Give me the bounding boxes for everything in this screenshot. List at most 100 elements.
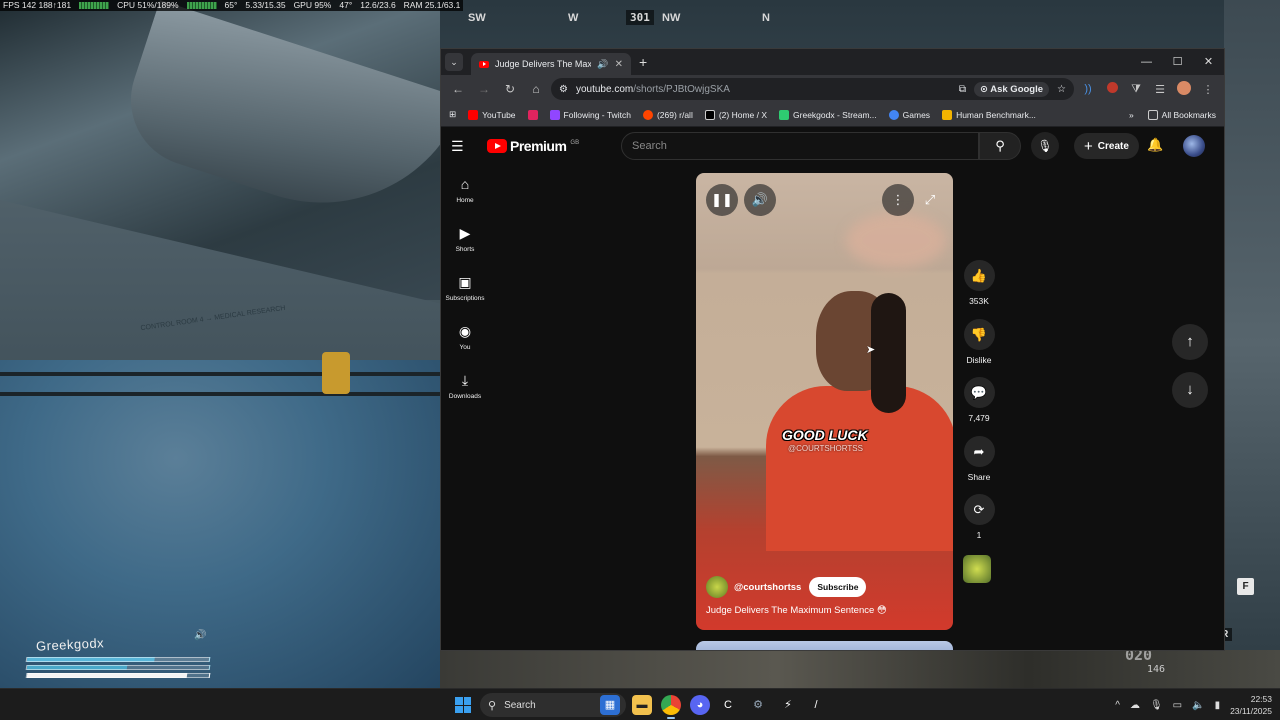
tab-close-icon[interactable]: ✕ — [615, 59, 623, 70]
tab-search-icon[interactable]: ⌄ — [445, 53, 463, 71]
game-app-icon[interactable]: / — [806, 695, 826, 715]
more-bookmarks-icon[interactable]: » — [1129, 110, 1134, 120]
gpu-memory: 5.33/15.35 — [245, 0, 286, 10]
share-icon[interactable]: ➦ — [963, 435, 995, 467]
bookmark-reddit[interactable]: (269) r/all — [642, 109, 693, 120]
window-controls: — ☐ ✕ — [1131, 49, 1224, 75]
volume-icon[interactable]: 🔊 — [744, 184, 776, 216]
guide-item-subscriptions[interactable]: ▣ Subscriptions — [441, 273, 489, 322]
close-window-icon[interactable]: ✕ — [1193, 49, 1224, 75]
all-bookmarks-folder[interactable]: All Bookmarks — [1147, 109, 1216, 120]
back-icon[interactable]: ← — [447, 82, 469, 96]
install-app-icon[interactable]: ⧉ — [959, 84, 966, 95]
comment-icon[interactable]: 💬 — [963, 377, 995, 408]
forward-icon[interactable]: → — [473, 82, 495, 96]
remix-action[interactable]: ⟳ 1 — [956, 494, 1002, 553]
youtube-premium-logo[interactable]: Premium GB — [487, 138, 579, 154]
thumbs-down-icon[interactable]: 👎 — [963, 318, 995, 350]
hamburger-menu-icon[interactable]: ☰ — [451, 138, 477, 155]
app-c-icon[interactable]: C — [718, 695, 738, 715]
extension-audio-icon[interactable]: )) — [1078, 83, 1098, 95]
more-options-icon[interactable]: ⋮ — [882, 184, 914, 216]
network-icon[interactable]: ▭ — [1173, 700, 1182, 711]
discord-icon[interactable]: ◕ — [690, 695, 710, 715]
subscriptions-icon: ▣ — [458, 274, 472, 290]
dislike-action[interactable]: 👎 Dislike — [956, 318, 1002, 378]
clock-date: 23/11/2025 — [1230, 706, 1272, 716]
guide-item-downloads[interactable]: ⤓ Downloads — [441, 371, 489, 420]
media-control-icon[interactable]: ☰ — [1150, 83, 1170, 96]
address-bar[interactable]: ⚙ youtube.com/shorts/PJBtOwjgSKA ⧉ ⊙ Ask… — [551, 78, 1074, 100]
guide-item-you[interactable]: ◉ You — [441, 322, 489, 371]
steam-icon[interactable]: ⚙ — [748, 695, 768, 715]
browser-window: ⌄ Judge Delivers The Maximum Sentence 🔊 … — [440, 48, 1225, 651]
widgets-icon[interactable]: ▦ — [600, 695, 620, 715]
guide-item-shorts[interactable]: ▶ Shorts — [441, 224, 489, 273]
downloads-icon: ⤓ — [461, 372, 469, 388]
search-box[interactable] — [621, 132, 979, 160]
guide-item-home[interactable]: ⌂ Home — [441, 175, 489, 224]
new-tab-icon[interactable]: + — [639, 54, 647, 70]
start-button[interactable] — [455, 697, 471, 713]
channel-name[interactable]: @courtshortss — [734, 582, 801, 593]
create-button[interactable]: + Create — [1074, 133, 1139, 159]
tab-active[interactable]: Judge Delivers The Maximum Sentence 🔊 ✕ — [471, 53, 631, 75]
battery-icon[interactable]: ▮ — [1215, 700, 1221, 711]
maximize-icon[interactable]: ☐ — [1162, 49, 1193, 75]
extensions-puzzle-icon[interactable]: ⧩ — [1126, 83, 1146, 96]
tray-overflow-icon[interactable]: ^ — [1115, 700, 1120, 711]
clock[interactable]: 22:53 23/11/2025 — [1230, 693, 1272, 717]
bookmark-games[interactable]: Games — [888, 109, 930, 120]
speaker-icon[interactable]: 🔈 — [1192, 700, 1204, 711]
tab-strip: ⌄ Judge Delivers The Maximum Sentence 🔊 … — [441, 49, 1224, 75]
remix-icon[interactable]: ⟳ — [963, 494, 995, 525]
bookmark-stream[interactable]: Greekgodx - Stream... — [779, 109, 877, 120]
apps-grid-icon[interactable]: ⊞ — [449, 109, 456, 120]
chrome-icon[interactable] — [661, 695, 681, 719]
subscribe-button[interactable]: Subscribe — [809, 577, 867, 597]
profile-avatar-icon[interactable] — [1174, 80, 1194, 98]
bookmark-twitch[interactable]: Following - Twitch — [549, 109, 631, 120]
fullscreen-icon[interactable]: ⤢ — [914, 184, 946, 216]
pause-icon[interactable]: ❚❚ — [706, 184, 738, 216]
search-input[interactable] — [632, 140, 968, 152]
cpu-readout: CPU 51%/189% — [117, 0, 179, 10]
channel-avatar[interactable] — [706, 576, 728, 598]
next-short-icon[interactable]: ↓ — [1172, 372, 1208, 408]
tray-app-icon[interactable]: ☁ — [1130, 700, 1140, 711]
tray-mic-icon[interactable]: 🎙 — [1150, 700, 1163, 711]
audio-playing-icon[interactable]: 🔊 — [597, 59, 608, 70]
comments-action[interactable]: 💬 7,479 — [956, 377, 1002, 436]
browser-menu-icon[interactable]: ⋮ — [1198, 83, 1218, 96]
reserve-count: 146 — [1147, 664, 1166, 675]
overlay-app-icon[interactable]: ⚡ — [778, 695, 798, 715]
notifications-bell-icon[interactable]: 🔔 — [1147, 137, 1163, 153]
short-title[interactable]: Judge Delivers The Maximum Sentence 😳 — [706, 605, 943, 616]
share-action[interactable]: ➦ Share — [956, 435, 1002, 495]
minimize-icon[interactable]: — — [1131, 49, 1162, 75]
search-button[interactable]: ⚲ — [979, 132, 1021, 160]
site-info-icon[interactable]: ⚙ — [559, 84, 568, 95]
like-action[interactable]: 👍 353K — [956, 260, 1002, 319]
shorts-player[interactable]: ❚❚ 🔊 ⋮ ⤢ GOOD LUCK @COURTSHORTSS @courts… — [696, 173, 953, 630]
home-icon[interactable]: ⌂ — [525, 82, 547, 96]
next-short-preview[interactable] — [696, 641, 953, 650]
bookmark-x[interactable]: (2) Home / X — [704, 109, 767, 120]
file-explorer-icon[interactable]: ▬ — [632, 695, 652, 715]
voice-search-button[interactable]: 🎙 — [1031, 132, 1059, 160]
bookmark-star-icon[interactable]: ☆ — [1057, 84, 1066, 95]
ask-google-button[interactable]: ⊙ Ask Google — [973, 81, 1050, 97]
reload-icon[interactable]: ↻ — [499, 82, 521, 96]
bookmark-human-benchmark[interactable]: Human Benchmark... — [942, 109, 1036, 120]
game-railing — [0, 392, 440, 396]
bookmark-icon-only[interactable] — [527, 109, 538, 120]
previous-short-icon[interactable]: ↑ — [1172, 324, 1208, 360]
url-text[interactable]: youtube.com/shorts/PJBtOwjgSKA — [576, 84, 951, 95]
bookmark-youtube[interactable]: YouTube — [468, 109, 516, 120]
you-icon: ◉ — [458, 323, 472, 339]
extension-red-icon[interactable] — [1102, 82, 1122, 96]
account-avatar[interactable] — [1183, 135, 1205, 157]
thumbs-up-icon[interactable]: 👍 — [963, 260, 995, 291]
masthead: ☰ Premium GB ⚲ 🎙 +Create 🔔 — [441, 127, 1224, 165]
sound-source-avatar[interactable] — [963, 555, 991, 583]
